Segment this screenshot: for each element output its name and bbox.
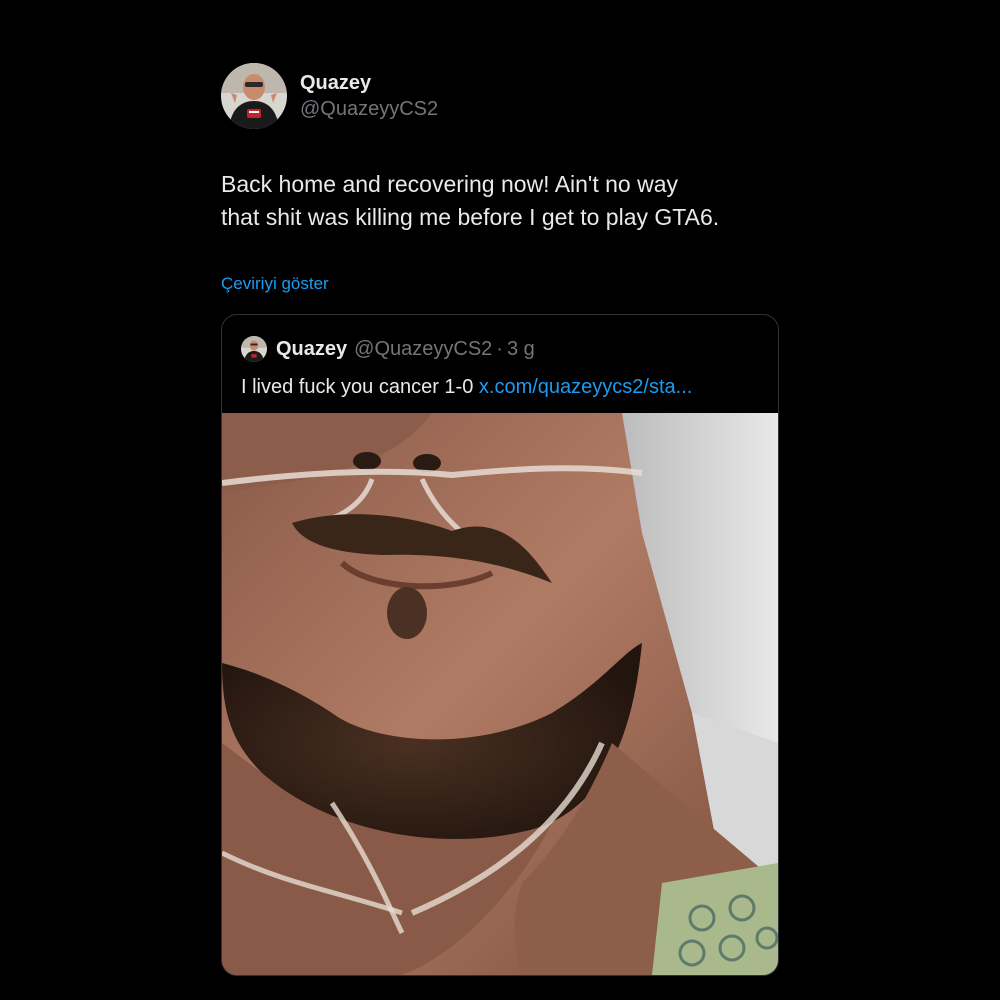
quoted-tweet-header: Quazey @QuazeyyCS2 · 3 g bbox=[241, 336, 535, 362]
quoted-timestamp[interactable]: 3 g bbox=[507, 338, 535, 361]
quoted-tweet[interactable]: Quazey @QuazeyyCS2 · 3 g I lived fuck yo… bbox=[221, 314, 779, 976]
quoted-photo bbox=[222, 413, 778, 975]
quoted-avatar-image bbox=[241, 336, 267, 362]
tweet: Quazey @QuazeyyCS2 Back home and recover… bbox=[221, 62, 779, 976]
quoted-tweet-text: I lived fuck you cancer 1-0 x.com/quazey… bbox=[241, 373, 692, 401]
tweet-text: Back home and recovering now! Ain't no w… bbox=[221, 171, 720, 230]
tweet-author: Quazey @QuazeyyCS2 bbox=[221, 62, 779, 130]
quoted-text: I lived fuck you cancer 1-0 bbox=[241, 376, 479, 398]
author-display-name[interactable]: Quazey bbox=[300, 71, 438, 95]
quoted-author-name[interactable]: Quazey bbox=[276, 338, 347, 361]
separator-dot: · bbox=[496, 337, 503, 360]
author-avatar[interactable] bbox=[221, 63, 287, 129]
author-handle[interactable]: @QuazeyyCS2 bbox=[300, 96, 438, 122]
avatar-image bbox=[221, 63, 287, 129]
translate-link[interactable]: Çeviriyi göster bbox=[221, 274, 329, 294]
quoted-link[interactable]: x.com/quazeyycs2/sta... bbox=[479, 376, 692, 398]
quoted-media[interactable] bbox=[222, 413, 778, 975]
quoted-author-avatar[interactable] bbox=[241, 336, 267, 362]
author-text: Quazey @QuazeyyCS2 bbox=[300, 71, 438, 122]
quoted-author-handle[interactable]: @QuazeyyCS2 bbox=[354, 338, 492, 361]
